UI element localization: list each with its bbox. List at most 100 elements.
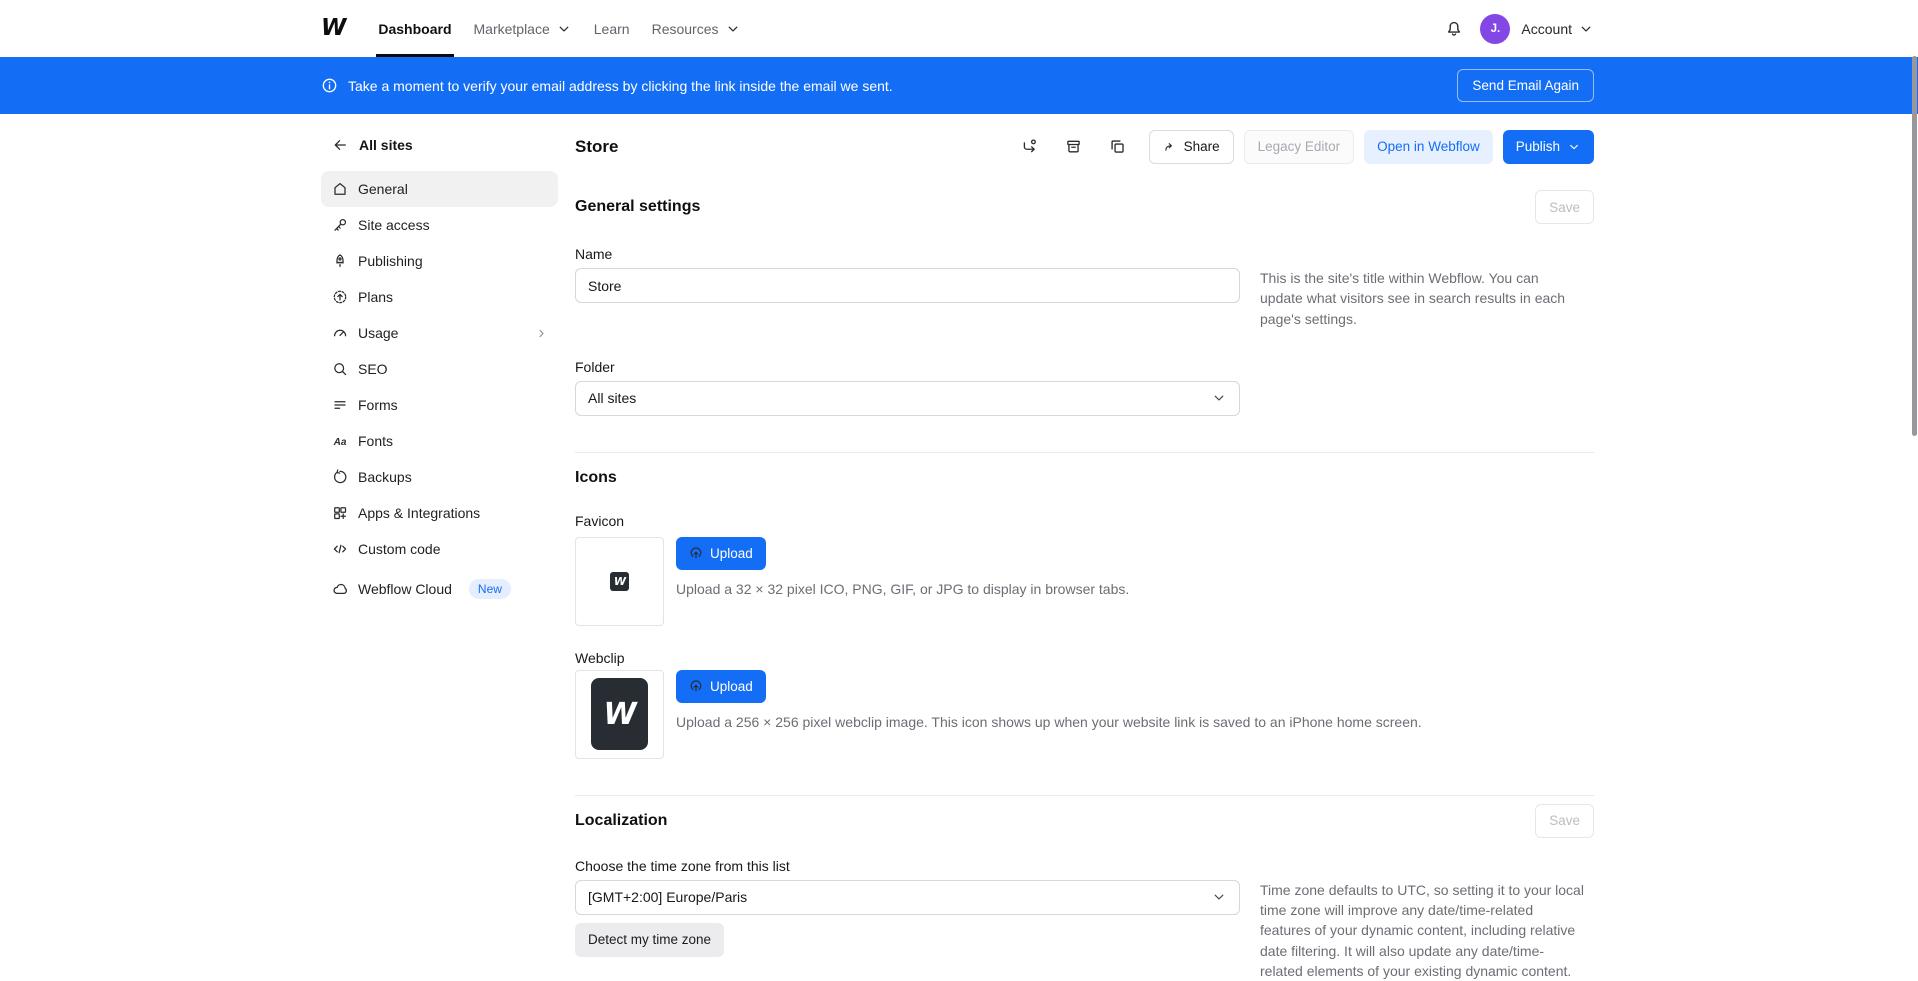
site-name-input[interactable] <box>575 268 1240 303</box>
share-button[interactable]: Share <box>1149 130 1234 164</box>
timezone-help-text: Time zone defaults to UTC, so setting it… <box>1260 880 1584 981</box>
sidebar-item-webflow-cloud[interactable]: Webflow Cloud New <box>321 571 558 607</box>
sidebar-item-label: Plans <box>358 289 393 305</box>
sidebar-item-apps-integrations[interactable]: Apps & Integrations <box>321 495 558 531</box>
nav-right: J. Account <box>1445 14 1594 44</box>
avatar[interactable]: J. <box>1480 14 1510 44</box>
webclip-upload-button[interactable]: Upload <box>676 670 766 703</box>
favicon-image: W <box>610 572 629 591</box>
detect-timezone-button[interactable]: Detect my time zone <box>575 923 724 957</box>
nav-item-resources[interactable]: Resources <box>641 0 752 57</box>
legacy-editor-button[interactable]: Legacy Editor <box>1244 130 1355 164</box>
arrow-left-icon <box>332 137 348 153</box>
search-icon <box>332 361 348 377</box>
general-save-button[interactable]: Save <box>1535 190 1594 224</box>
webclip-label: Webclip <box>575 650 1594 666</box>
main-content: Store Share Legacy Editor Open in Webflo… <box>575 114 1594 981</box>
settings-sidebar: All sites General Site access Publishing… <box>321 114 558 981</box>
sidebar-item-site-access[interactable]: Site access <box>321 207 558 243</box>
sidebar-item-plans[interactable]: Plans <box>321 279 558 315</box>
favicon-help-text: Upload a 32 × 32 pixel ICO, PNG, GIF, or… <box>676 579 1129 599</box>
publish-label: Publish <box>1516 139 1560 154</box>
info-icon <box>321 77 338 94</box>
sidebar-item-general[interactable]: General <box>321 171 558 207</box>
chevron-down-icon <box>1211 390 1227 406</box>
upload-label: Upload <box>710 546 753 561</box>
duplicate-site-button[interactable] <box>1105 134 1131 160</box>
share-label: Share <box>1184 139 1220 154</box>
sidebar-nav: General Site access Publishing Plans Usa… <box>321 171 558 607</box>
chevron-down-icon <box>725 21 741 37</box>
nav-item-learn[interactable]: Learn <box>583 0 641 57</box>
localization-save-button[interactable]: Save <box>1535 804 1594 838</box>
sidebar-item-usage[interactable]: Usage <box>321 315 558 351</box>
upgrade-icon <box>332 289 348 305</box>
name-label: Name <box>575 246 1594 262</box>
archive-site-button[interactable] <box>1061 134 1087 160</box>
account-label: Account <box>1521 21 1572 37</box>
nav-item-dashboard[interactable]: Dashboard <box>367 0 462 57</box>
sidebar-item-publishing[interactable]: Publishing <box>321 243 558 279</box>
cloud-icon <box>332 581 348 597</box>
favicon-glyph: W <box>614 575 625 588</box>
chevron-down-icon <box>1578 21 1594 37</box>
send-email-again-button[interactable]: Send Email Again <box>1457 69 1594 102</box>
sidebar-item-label: Forms <box>358 397 398 413</box>
notifications-button[interactable] <box>1445 20 1463 38</box>
upload-icon <box>689 679 703 693</box>
duplicate-icon <box>1109 138 1126 155</box>
sidebar-item-label: Site access <box>358 217 430 233</box>
transfer-site-button[interactable] <box>1017 134 1043 160</box>
favicon-upload-button[interactable]: Upload <box>676 537 766 570</box>
webclip-preview: W <box>575 670 664 759</box>
chevron-right-icon <box>535 327 548 340</box>
sidebar-item-label: General <box>358 181 408 197</box>
timezone-select-value: [GMT+2:00] Europe/Paris <box>588 889 747 905</box>
section-divider <box>575 795 1594 796</box>
restore-icon <box>332 469 348 485</box>
folder-select[interactable]: All sites <box>575 381 1240 416</box>
code-icon <box>332 541 348 557</box>
bell-icon <box>1445 20 1463 38</box>
chevron-down-icon <box>1567 140 1581 154</box>
sidebar-item-label: Publishing <box>358 253 423 269</box>
publish-button[interactable]: Publish <box>1503 130 1594 164</box>
key-icon <box>332 217 348 233</box>
folder-select-value: All sites <box>588 390 636 406</box>
nav-item-marketplace[interactable]: Marketplace <box>463 0 583 57</box>
timezone-label: Choose the time zone from this list <box>575 858 1594 874</box>
webclip-help-text: Upload a 256 × 256 pixel webclip image. … <box>676 712 1422 732</box>
nav-label: Dashboard <box>378 21 451 37</box>
account-menu[interactable]: Account <box>1521 21 1594 37</box>
sidebar-item-label: Fonts <box>358 433 393 449</box>
nav-label: Learn <box>594 21 630 37</box>
rocket-icon <box>332 253 348 269</box>
favicon-label: Favicon <box>575 513 1594 529</box>
section-divider <box>575 452 1594 453</box>
banner-message: Take a moment to verify your email addre… <box>348 78 893 94</box>
general-settings-heading: General settings <box>575 198 700 216</box>
sidebar-item-backups[interactable]: Backups <box>321 459 558 495</box>
timezone-select[interactable]: [GMT+2:00] Europe/Paris <box>575 880 1240 915</box>
sidebar-item-label: Apps & Integrations <box>358 505 480 521</box>
sidebar-item-custom-code[interactable]: Custom code <box>321 531 558 567</box>
back-to-all-sites[interactable]: All sites <box>321 131 558 159</box>
upload-icon <box>689 546 703 560</box>
sidebar-item-label: Usage <box>358 325 398 341</box>
sidebar-item-fonts[interactable]: Fonts <box>321 423 558 459</box>
sidebar-item-label: Webflow Cloud <box>358 581 452 597</box>
open-in-webflow-button[interactable]: Open in Webflow <box>1364 130 1493 164</box>
sidebar-item-seo[interactable]: SEO <box>321 351 558 387</box>
favicon-preview: W <box>575 537 664 626</box>
sidebar-item-label: Backups <box>358 469 412 485</box>
webclip-glyph: W <box>603 697 635 732</box>
upload-label: Upload <box>710 679 753 694</box>
scrollbar[interactable] <box>1912 56 1917 436</box>
sidebar-item-label: Custom code <box>358 541 440 557</box>
sidebar-item-forms[interactable]: Forms <box>321 387 558 423</box>
share-icon <box>1163 140 1177 154</box>
webflow-logo[interactable]: W <box>321 17 345 40</box>
new-badge: New <box>469 579 511 599</box>
fonts-icon <box>332 433 348 449</box>
sidebar-item-label: SEO <box>358 361 388 377</box>
